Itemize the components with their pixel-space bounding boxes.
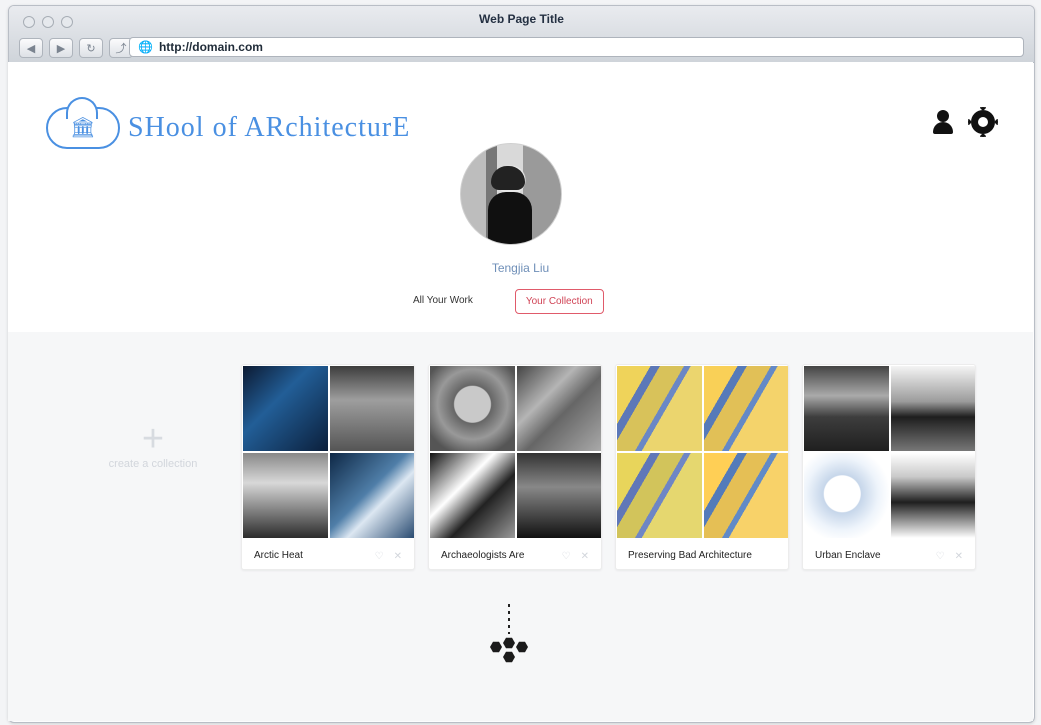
close-icon[interactable]: ✕ <box>394 551 402 562</box>
collection-thumbnail <box>617 366 702 451</box>
collection-thumbnail <box>704 366 788 451</box>
collection-thumbnail <box>617 453 702 538</box>
collection-thumbnail <box>804 453 889 538</box>
collection-title: Arctic Heat <box>254 550 303 561</box>
cloud-icon: 🏛 <box>46 97 120 149</box>
window-title: Web Page Title <box>479 12 564 26</box>
forward-button[interactable]: ▶ <box>49 38 73 58</box>
gear-icon[interactable] <box>968 107 998 137</box>
profile-header: 🏛 SHool of ARchitecturE Tengjia Liu All … <box>8 62 1033 332</box>
brand-logo[interactable]: 🏛 SHool of ARchitecturE <box>46 97 411 149</box>
collection-card[interactable]: Preserving Bad Architecture <box>615 364 789 570</box>
collection-thumbnail <box>243 453 328 538</box>
collection-thumbnail <box>891 366 975 451</box>
heart-icon[interactable]: ♡ <box>375 551 384 562</box>
collection-thumbnails <box>804 366 975 538</box>
collection-thumbnail <box>330 453 414 538</box>
collection-cards: Arctic Heat ♡ ✕ Archaeologists Are ♡ ✕ P… <box>241 364 976 570</box>
collection-thumbnails <box>430 366 601 538</box>
close-icon[interactable]: ✕ <box>955 551 963 562</box>
loading-indicator <box>485 604 535 684</box>
profile-tabs: All Your Work Your Collection <box>403 289 604 314</box>
temple-icon: 🏛 <box>70 117 96 139</box>
collection-thumbnail <box>704 453 788 538</box>
heart-icon[interactable]: ♡ <box>936 551 945 562</box>
brand-wordmark: SHool of ARchitecturE <box>128 112 411 143</box>
collection-thumbnail <box>430 453 515 538</box>
create-collection-label: create a collection <box>108 458 198 470</box>
address-text: http://domain.com <box>158 40 263 54</box>
browser-nav-buttons: ◀ ▶ ↻ ⤴ <box>19 38 133 58</box>
collection-thumbnail <box>804 366 889 451</box>
profile-avatar[interactable] <box>460 143 562 245</box>
collection-card[interactable]: Arctic Heat ♡ ✕ <box>241 364 415 570</box>
create-collection-tile[interactable]: + create a collection <box>83 420 223 500</box>
user-icon[interactable] <box>931 110 955 134</box>
collections-area: + create a collection Arctic Heat ♡ ✕ Ar… <box>8 332 1033 721</box>
browser-titlebar: Web Page Title ◀ ▶ ↻ ⤴ 🌐 http://domain.c… <box>9 6 1034 63</box>
close-icon[interactable]: ✕ <box>581 551 589 562</box>
collection-thumbnails <box>617 366 788 538</box>
collection-title: Urban Enclave <box>815 550 881 561</box>
collection-thumbnail <box>517 453 601 538</box>
tab-all-your-work[interactable]: All Your Work <box>403 289 483 314</box>
collection-thumbnail <box>891 453 975 538</box>
plus-icon: + <box>141 418 165 460</box>
collection-title: Archaeologists Are <box>441 550 525 561</box>
profile-name: Tengjia Liu <box>491 261 550 275</box>
collection-thumbnail <box>243 366 328 451</box>
loading-dots <box>508 604 510 634</box>
hex-icon <box>503 637 515 649</box>
heart-icon[interactable]: ♡ <box>562 551 571 562</box>
collection-actions: ♡ ✕ <box>562 551 589 562</box>
collection-actions: ♡ ✕ <box>375 551 402 562</box>
collection-thumbnail <box>430 366 515 451</box>
hex-icon <box>503 651 515 663</box>
tab-your-collection[interactable]: Your Collection <box>514 289 604 314</box>
hex-icon <box>490 641 502 653</box>
collection-actions: ♡ ✕ <box>936 551 963 562</box>
header-actions <box>931 107 998 137</box>
collection-thumbnail <box>330 366 414 451</box>
back-button[interactable]: ◀ <box>19 38 43 58</box>
collection-title: Preserving Bad Architecture <box>628 550 752 561</box>
reload-button[interactable]: ↻ <box>79 38 103 58</box>
collection-card[interactable]: Urban Enclave ♡ ✕ <box>802 364 976 570</box>
collection-thumbnails <box>243 366 414 538</box>
hexagon-logo-icon <box>490 637 528 669</box>
address-bar[interactable]: 🌐 http://domain.com <box>129 37 1024 57</box>
hex-icon <box>516 641 528 653</box>
collection-card[interactable]: Archaeologists Are ♡ ✕ <box>428 364 602 570</box>
globe-icon: 🌐 <box>138 40 153 54</box>
collection-thumbnail <box>517 366 601 451</box>
